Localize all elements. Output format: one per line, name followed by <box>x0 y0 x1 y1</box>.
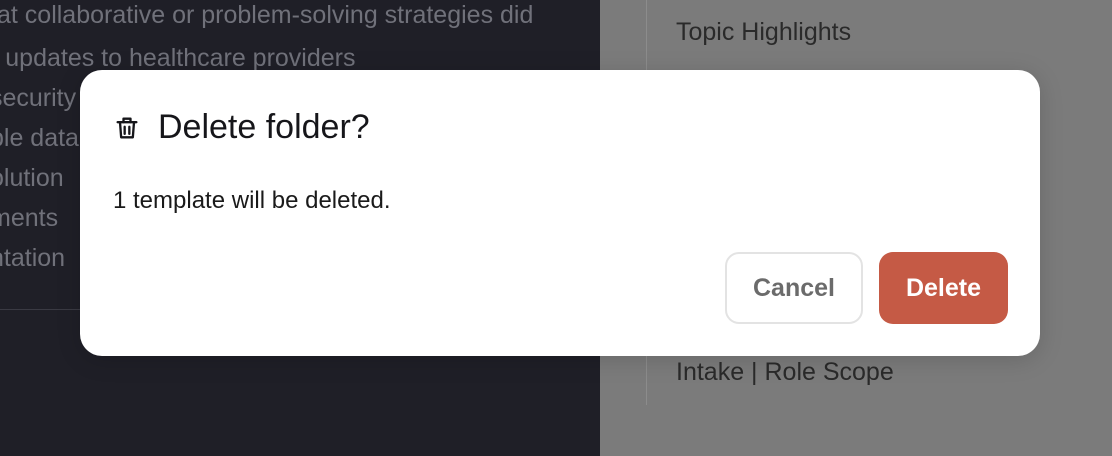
background-text-line: security <box>0 84 77 112</box>
background-text-line: olution <box>0 164 64 192</box>
dialog-header: Delete folder? <box>113 108 370 147</box>
dialog-title: Delete folder? <box>158 108 370 146</box>
trash-icon <box>113 114 141 142</box>
intake-role-scope-label: Intake | Role Scope <box>676 358 894 386</box>
background-text-line: - updates to healthcare providers <box>0 44 356 72</box>
background-text-line: ble data <box>0 124 79 152</box>
delete-folder-dialog: Delete folder? 1 template will be delete… <box>80 70 1040 356</box>
cancel-button[interactable]: Cancel <box>725 252 863 324</box>
dialog-message: 1 template will be deleted. <box>113 187 391 214</box>
background-text-line: at collaborative or problem-solving stra… <box>0 1 534 29</box>
delete-button[interactable]: Delete <box>879 252 1008 324</box>
background-text-line: ntation <box>0 244 66 272</box>
topic-highlights-heading: Topic Highlights <box>676 18 852 46</box>
background-text-line: ments <box>0 204 59 232</box>
